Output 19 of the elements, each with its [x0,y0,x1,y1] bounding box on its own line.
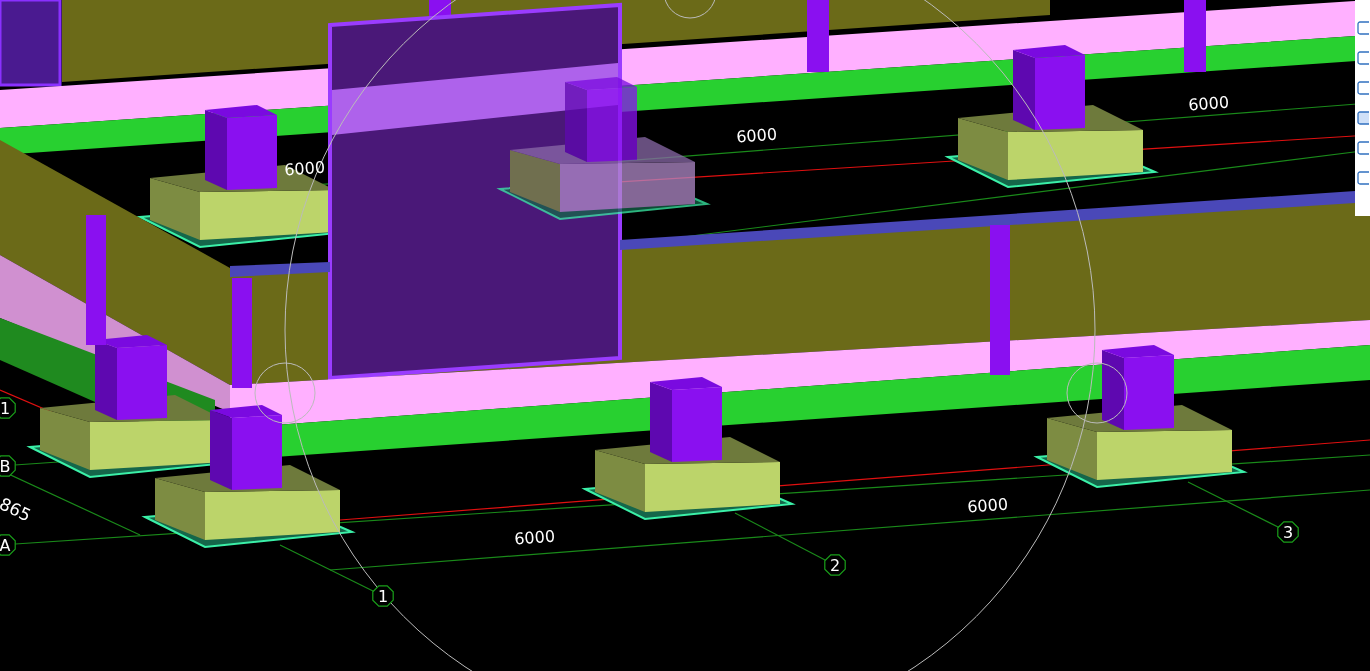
dimension-label: 6000 [735,124,778,147]
dimension-label: 6000 [966,494,1009,517]
dimension-label: 6000 [283,157,326,180]
dimension-label: 6000 [1187,92,1230,115]
grid-axis-bubble: 1 [0,397,16,419]
view-cube-icon[interactable] [1357,20,1369,36]
view-cube-icon[interactable] [1357,80,1369,96]
stud-column [1184,0,1206,72]
stud-column [807,0,829,72]
dimension-label: 6000 [513,526,556,549]
grid-axis-bubble: B [0,455,16,477]
grid-axis-bubble: 3 [1277,521,1299,543]
grid-axis-bubble: 2 [824,554,846,576]
grid-axis-bubble: A [0,534,16,556]
view-cube-icon[interactable] [1357,50,1369,66]
view-cube-icon[interactable] [1357,170,1369,186]
view-cube-icon[interactable] [1357,140,1369,156]
view-cube-icon[interactable] [1357,110,1369,126]
grid-axis-bubble: 1 [372,585,394,607]
